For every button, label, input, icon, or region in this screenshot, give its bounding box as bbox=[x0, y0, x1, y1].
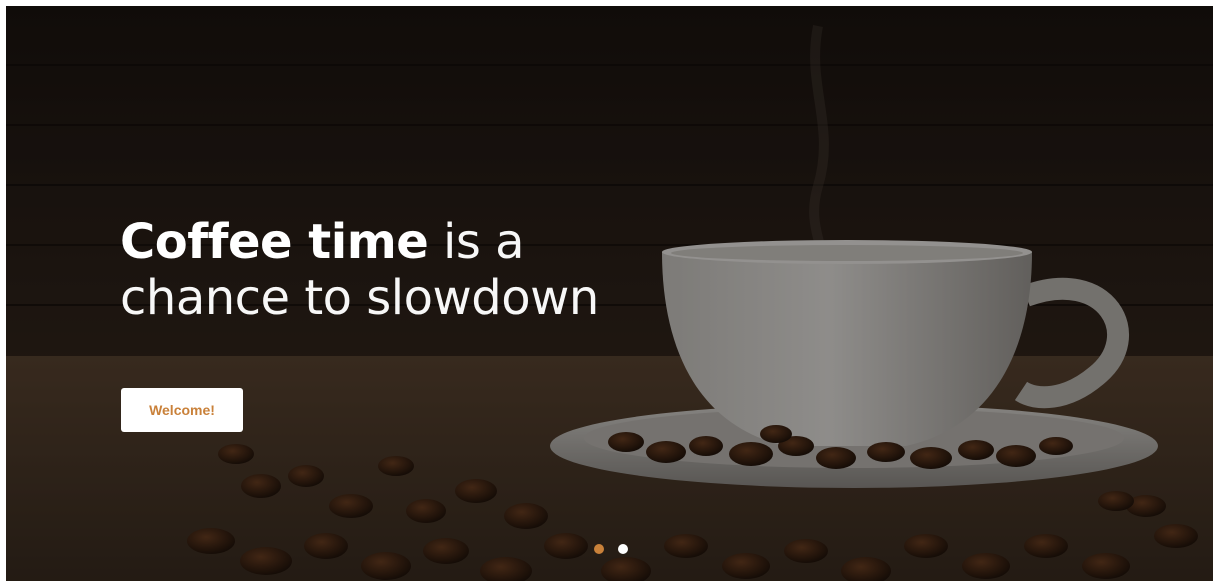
headline-bold-text: Coffee time bbox=[120, 214, 429, 270]
headline-text-line-1: is a bbox=[428, 214, 525, 270]
hero-headline: Coffee time is a chance to slowdown bbox=[120, 214, 680, 326]
carousel-pagination bbox=[594, 544, 628, 554]
headline-text-line-2: chance to slowdown bbox=[120, 270, 599, 326]
welcome-button[interactable]: Welcome! bbox=[121, 388, 243, 432]
hero-slider: Coffee time is a chance to slowdown Welc… bbox=[6, 6, 1213, 581]
carousel-dot[interactable] bbox=[618, 544, 628, 554]
carousel-dot-active[interactable] bbox=[594, 544, 604, 554]
